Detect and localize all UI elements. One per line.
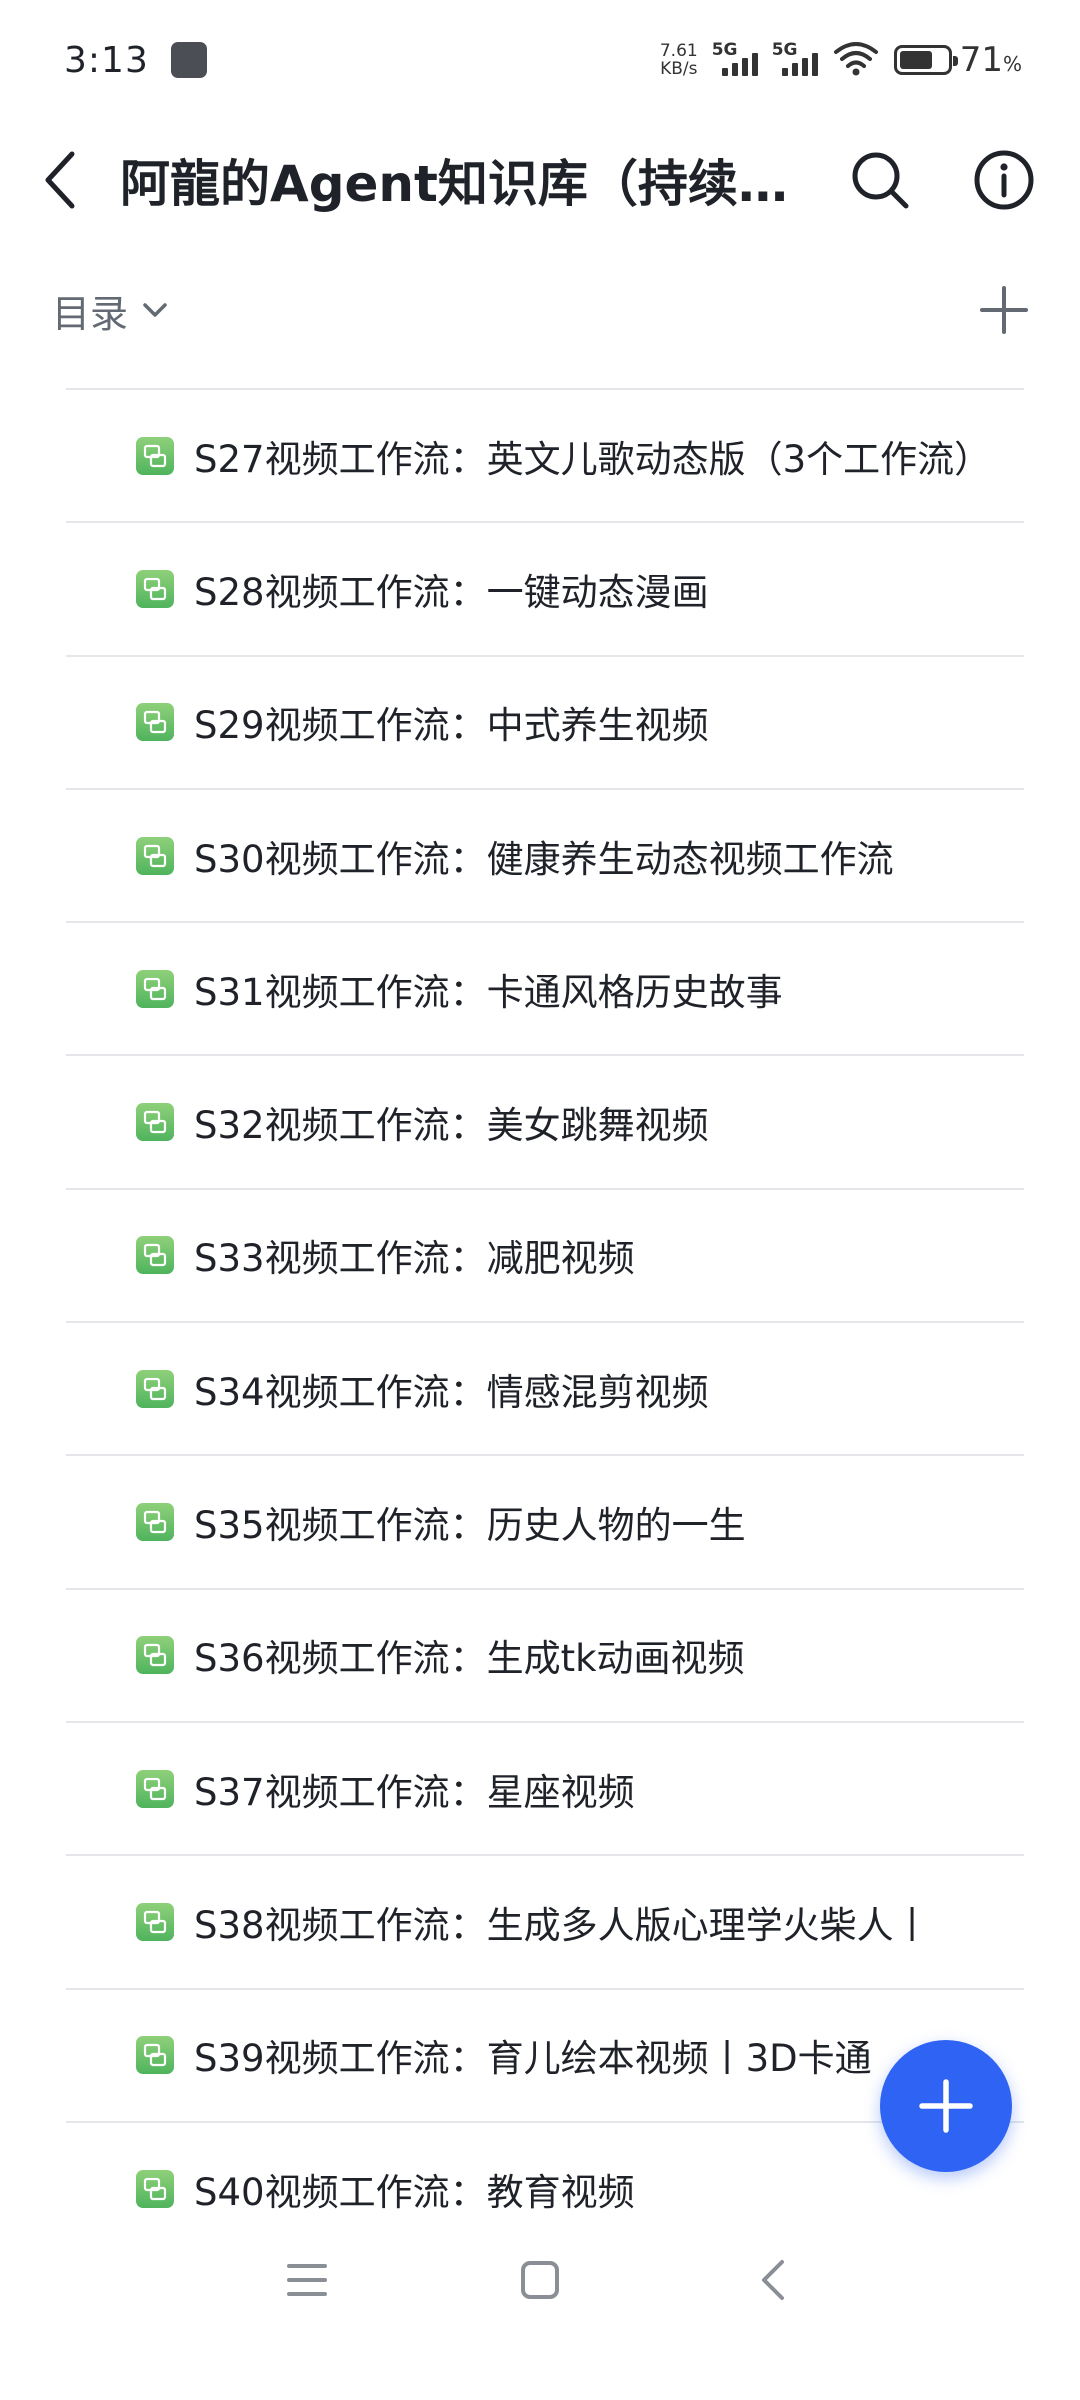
info-button[interactable] [956,132,1052,228]
list-item-label: S31视频工作流：卡通风格历史故事 [194,970,783,1014]
doc-icon [136,436,174,475]
list-item[interactable]: S33视频工作流：减肥视频 [66,1187,1024,1321]
doc-icon [136,1769,174,1808]
list-item-label: S36视频工作流：生成tk动画视频 [194,1637,745,1681]
list-item[interactable]: S28视频工作流：一键动态漫画 [66,521,1024,654]
plus-icon [919,2079,973,2133]
toc-label: 目录 [52,291,129,336]
list-item-label: S29视频工作流：中式养生视频 [194,704,709,748]
toc-toolbar: 目录 [0,260,1080,360]
signal-icon: 5G [712,40,758,76]
signal-icon: 5G [772,40,818,76]
list-item[interactable]: S27视频工作流：英文儿歌动态版（3个工作流） [66,388,1024,521]
notification-icon [170,42,207,78]
status-bar: 3:13 7.61 KB/s 5G 5G 71% [0,0,1080,120]
document-list: S27视频工作流：英文儿歌动态版（3个工作流） S28视频工作流：一键动态漫画 S2… [66,388,1024,2254]
list-item[interactable]: S34视频工作流：情感混剪视频 [66,1321,1024,1454]
list-item[interactable]: S32视频工作流：美女跳舞视频 [66,1054,1024,1187]
create-fab-button[interactable] [880,2040,1012,2172]
list-item[interactable]: S30视频工作流：健康养生动态视频工作流 [66,787,1024,921]
list-item-label: S38视频工作流：生成多人版心理学火柴人丨 [194,1903,931,1947]
list-item-label: S35视频工作流：历史人物的一生 [194,1504,746,1548]
list-item[interactable]: S38视频工作流：生成多人版心理学火柴人丨 [66,1854,1024,1987]
doc-icon [136,1902,174,1941]
list-item[interactable]: S36视频工作流：生成tk动画视频 [66,1587,1024,1721]
page-title: 阿龍的Agent知识库（持续更… [120,155,820,213]
square-icon [520,2261,559,2299]
menu-icon [286,2264,327,2296]
doc-icon [136,1503,174,1542]
search-icon [852,152,909,209]
doc-icon [136,2036,174,2075]
list-item-label: S27视频工作流：英文儿歌动态版（3个工作流） [194,437,992,481]
doc-icon [136,1236,174,1275]
list-item-label: S37视频工作流：星座视频 [194,1770,635,1814]
list-item-label: S32视频工作流：美女跳舞视频 [194,1104,709,1148]
back-button[interactable] [0,120,120,240]
chevron-left-icon [45,151,75,209]
list-item[interactable]: S31视频工作流：卡通风格历史故事 [66,921,1024,1054]
battery-indicator: 71% [893,40,1022,80]
battery-icon [893,45,958,75]
back-nav-button[interactable] [733,2240,813,2320]
search-button[interactable] [832,132,928,228]
app-header: 阿龍的Agent知识库（持续更… [0,120,1080,240]
doc-icon [136,569,174,608]
doc-icon [136,1369,174,1408]
doc-icon [136,836,174,875]
list-item-label: S33视频工作流：减肥视频 [194,1237,635,1281]
info-icon [974,150,1034,210]
menu-nav-button[interactable] [267,2240,347,2320]
system-nav-bar [0,2220,1080,2340]
list-item-label: S39视频工作流：育儿绘本视频丨3D卡通 [194,2037,872,2081]
plus-icon [980,286,1028,334]
list-item[interactable]: S29视频工作流：中式养生视频 [66,654,1024,788]
add-button[interactable] [964,270,1044,350]
list-item-label: S34视频工作流：情感混剪视频 [194,1370,709,1414]
chevron-down-icon [143,303,167,317]
doc-icon [136,1636,174,1675]
doc-icon [136,2169,174,2208]
triangle-back-icon [762,2260,785,2300]
network-speed: 7.61 KB/s [659,41,698,79]
list-item-label: S40视频工作流：教育视频 [194,2170,635,2214]
list-item-label: S30视频工作流：健康养生动态视频工作流 [194,837,894,881]
wifi-icon [832,40,880,80]
list-item[interactable]: S37视频工作流：星座视频 [66,1720,1024,1854]
doc-icon [136,969,174,1008]
list-item[interactable]: S35视频工作流：历史人物的一生 [66,1454,1024,1587]
clock: 3:13 [64,39,149,81]
home-nav-button[interactable] [500,2240,580,2320]
doc-icon [136,1103,174,1142]
doc-icon [136,703,174,742]
list-item-label: S28视频工作流：一键动态漫画 [194,570,709,614]
toc-dropdown[interactable]: 目录 [52,283,168,338]
